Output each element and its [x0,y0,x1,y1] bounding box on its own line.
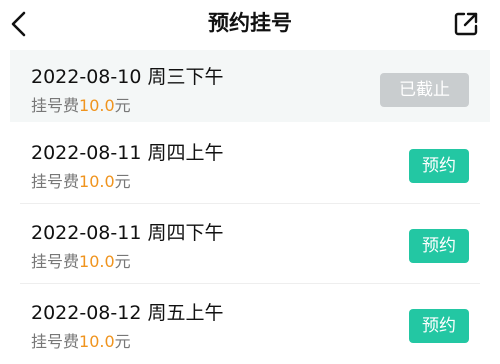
share-external-icon[interactable] [452,10,480,38]
fee-label: 挂号费 [31,96,80,115]
fee-label: 挂号费 [31,172,80,191]
back-arrow-icon[interactable] [6,8,34,40]
slot-date: 2022-08-10 周三下午 [31,66,224,88]
slot-fee: 挂号费10.0元 [31,92,131,116]
page-title: 预约挂号 [208,11,292,35]
slot-fee: 挂号费10.0元 [31,328,131,352]
fee-unit: 元 [114,252,131,271]
fee-label: 挂号费 [31,332,80,351]
slot-row: 2022-08-10 周三下午 挂号费10.0元 已截止 [10,50,490,122]
fee-amount: 10.0 [79,332,115,351]
slot-date: 2022-08-11 周四下午 [31,222,224,244]
slot-fee: 挂号费10.0元 [31,168,131,192]
row-divider [20,283,480,284]
slot-date: 2022-08-12 周五上午 [31,302,224,324]
slot-fee: 挂号费10.0元 [31,248,131,272]
fee-unit: 元 [114,96,131,115]
slot-row: 2022-08-11 周四上午 挂号费10.0元 预约 [10,126,490,204]
slot-date: 2022-08-11 周四上午 [31,142,224,164]
slot-row: 2022-08-12 周五上午 挂号费10.0元 预约 [10,286,490,364]
slot-row: 2022-08-11 周四下午 挂号费10.0元 预约 [10,206,490,284]
closed-button: 已截止 [380,73,469,107]
fee-unit: 元 [114,172,131,191]
appointment-slot-list: 2022-08-10 周三下午 挂号费10.0元 已截止 2022-08-11 … [0,50,500,354]
fee-amount: 10.0 [79,96,115,115]
row-divider [20,203,480,204]
fee-label: 挂号费 [31,252,80,271]
fee-amount: 10.0 [79,172,115,191]
book-button[interactable]: 预约 [409,309,469,343]
app-header: 预约挂号 [0,0,500,50]
book-button[interactable]: 预约 [409,149,469,183]
book-button[interactable]: 预约 [409,229,469,263]
fee-unit: 元 [114,332,131,351]
fee-amount: 10.0 [79,252,115,271]
